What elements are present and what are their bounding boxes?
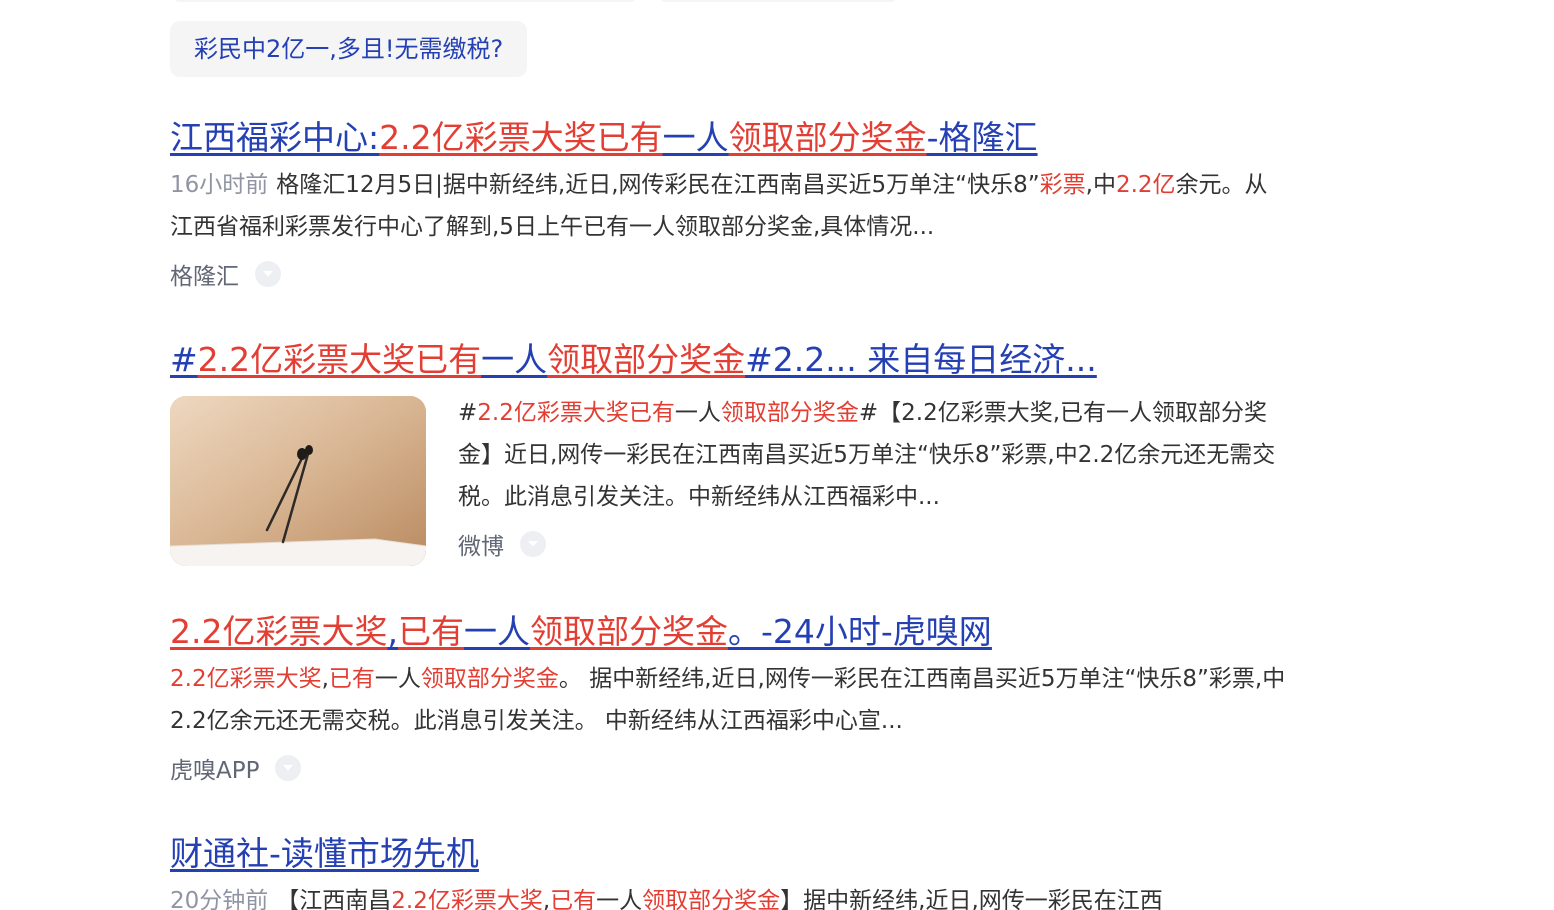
- title-segment: 一人: [481, 340, 548, 379]
- abstract-highlight: 2.2亿彩票大奖: [391, 888, 543, 910]
- abstract-segment: #: [458, 400, 478, 426]
- title-segment: 江西福彩中心:: [170, 118, 380, 157]
- search-result: 江西福彩中心:2.2亿彩票大奖已有一人领取部分奖金-格隆汇 16小时前 格隆汇12…: [170, 116, 1290, 294]
- abstract-highlight: 2.2亿彩票大奖已有: [477, 400, 675, 426]
- result-timestamp: 20分钟前: [170, 888, 269, 910]
- title-segment: -格隆汇: [926, 118, 1038, 157]
- abstract-segment: ,: [321, 666, 329, 692]
- result-title-link[interactable]: #2.2亿彩票大奖已有一人领取部分奖金#2.2... 来自每日经济...: [170, 338, 1290, 382]
- result-source: 格隆汇: [170, 254, 1290, 294]
- title-segment: 财通社-读懂市场先机: [170, 834, 479, 873]
- result-title-link[interactable]: 2.2亿彩票大奖,已有一人领取部分奖金。-24小时-虎嗅网: [170, 610, 1290, 654]
- abstract-highlight: 领取部分奖金: [420, 666, 559, 692]
- chevron-down-icon[interactable]: [520, 531, 546, 557]
- title-highlight: 领取部分奖金: [529, 612, 728, 651]
- related-search-chip-partial[interactable]: [172, 0, 638, 2]
- result-source: 虎嗅APP: [170, 748, 1290, 788]
- abstract-highlight: 2.2亿彩票大奖: [170, 666, 322, 692]
- search-result: 财通社-读懂市场先机 20分钟前 【江西南昌2.2亿彩票大奖,已有一人领取部分奖金…: [170, 832, 1290, 910]
- title-segment: 一人: [662, 118, 729, 157]
- result-abstract: 2.2亿彩票大奖,已有一人领取部分奖金。 据中新经纬,近日,网传一彩民在江西南昌…: [170, 658, 1290, 742]
- related-search-label: 彩民中2亿一,多且!无需缴税?: [194, 35, 504, 63]
- title-segment: 。-24小时-虎嗅网: [727, 612, 992, 651]
- related-search-chip[interactable]: 彩民中2亿一,多且!无需缴税?: [170, 21, 528, 77]
- abstract-segment: 【江西南昌: [276, 888, 392, 910]
- title-highlight: 2.2亿彩票大奖: [170, 612, 388, 651]
- title-segment: 一人: [463, 612, 530, 651]
- chevron-down-icon[interactable]: [275, 755, 302, 781]
- search-result: #2.2亿彩票大奖已有一人领取部分奖金#2.2... 来自每日经济... #2.…: [170, 338, 1290, 566]
- source-name[interactable]: 格隆汇: [170, 257, 239, 291]
- result-thumbnail[interactable]: [170, 396, 426, 566]
- search-results-page: 彩民中2亿一,多且!无需缴税? 江西福彩中心:2.2亿彩票大奖已有一人领取部分奖…: [0, 0, 1554, 910]
- title-highlight: 2.2亿彩票大奖已有: [379, 118, 663, 157]
- result-source: 微博: [458, 524, 1290, 564]
- abstract-segment: 一人: [374, 666, 421, 692]
- abstract-segment: 一人: [596, 888, 643, 910]
- abstract-segment: ,中: [1085, 172, 1116, 198]
- abstract-highlight: 彩票: [1039, 172, 1086, 198]
- abstract-highlight: 领取部分奖金: [720, 400, 859, 426]
- result-abstract: 20分钟前 【江西南昌2.2亿彩票大奖,已有一人领取部分奖金】据中新经纬,近日,网…: [170, 880, 1290, 910]
- title-highlight: 领取部分奖金: [728, 118, 927, 157]
- search-result: 2.2亿彩票大奖,已有一人领取部分奖金。-24小时-虎嗅网 2.2亿彩票大奖,已…: [170, 610, 1290, 788]
- result-abstract: 16小时前 格隆汇12月5日|据中新经纬,近日,网传彩民在江西南昌买近5万单注“快…: [170, 164, 1290, 248]
- result-abstract: #2.2亿彩票大奖已有一人领取部分奖金#【2.2亿彩票大奖,已有一人领取部分奖金…: [458, 392, 1290, 518]
- result-title-link[interactable]: 财通社-读懂市场先机: [170, 832, 1290, 876]
- related-search-chip-partial[interactable]: [658, 0, 898, 2]
- abstract-highlight: 已有: [550, 888, 597, 910]
- result-timestamp: 16小时前: [170, 172, 269, 198]
- title-segment: ,: [387, 612, 398, 651]
- source-name[interactable]: 虎嗅APP: [170, 751, 259, 785]
- abstract-segment: 】据中新经纬,近日,网传一彩民在江西: [780, 888, 1163, 910]
- source-name[interactable]: 微博: [458, 527, 504, 561]
- abstract-segment: 格隆汇12月5日|据中新经纬,近日,网传彩民在江西南昌买近5万单注“快乐8”: [276, 172, 1040, 198]
- abstract-highlight: 领取部分奖金: [642, 888, 781, 910]
- chevron-down-icon[interactable]: [255, 261, 281, 287]
- title-segment: #: [170, 340, 198, 379]
- title-highlight: 2.2亿彩票大奖已有: [197, 340, 482, 379]
- abstract-highlight: 已有: [328, 666, 375, 692]
- title-highlight: 已有: [397, 612, 464, 651]
- result-title-link[interactable]: 江西福彩中心:2.2亿彩票大奖已有一人领取部分奖金-格隆汇: [170, 116, 1290, 160]
- abstract-highlight: 2.2亿: [1115, 172, 1176, 198]
- title-highlight: 领取部分奖金: [547, 340, 746, 379]
- title-segment: #2.2... 来自每日经济...: [745, 340, 1097, 379]
- abstract-segment: 一人: [674, 400, 721, 426]
